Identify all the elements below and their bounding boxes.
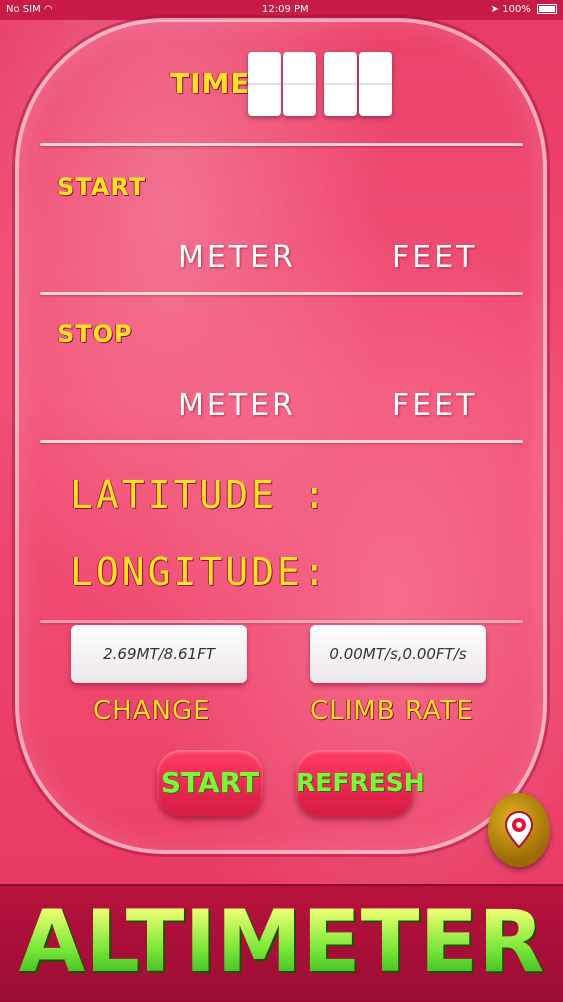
location-arrow-icon: ➤ (490, 4, 500, 15)
start-label: START (57, 173, 147, 201)
climb-rate-readout: 0.00MT/s,0.00FT/s (310, 625, 486, 683)
time-display (248, 52, 392, 116)
divider (40, 440, 523, 443)
start-button[interactable]: START (157, 750, 263, 816)
map-pin-button[interactable] (488, 793, 550, 867)
latitude-label: LATITUDE : (70, 473, 329, 517)
time-label: TIME (170, 67, 251, 100)
battery-status: ➤ 100% (491, 4, 557, 15)
divider (40, 143, 523, 146)
longitude-label: LONGITUDE: (70, 550, 329, 594)
wifi-icon: ◠ (43, 4, 53, 15)
status-bar: No SIM ◠ 12:09 PM ➤ 100% (0, 0, 563, 20)
start-feet-label: FEET (392, 240, 478, 275)
carrier-text: No SIM ◠ (6, 4, 53, 15)
status-time: 12:09 PM (262, 4, 309, 15)
refresh-button[interactable]: REFRESH (296, 750, 425, 816)
start-meter-label: METER (178, 240, 296, 275)
divider (40, 620, 523, 623)
change-readout: 2.69MT/8.61FT (71, 625, 247, 683)
time-digit (283, 52, 316, 116)
time-digit (359, 52, 392, 116)
stop-label: STOP (57, 320, 133, 348)
change-label: CHANGE (93, 696, 211, 726)
stop-meter-label: METER (178, 388, 296, 423)
battery-icon (537, 4, 557, 14)
divider (40, 292, 523, 295)
time-digit (248, 52, 281, 116)
climb-rate-label: CLIMB RATE (310, 696, 474, 726)
time-digit (324, 52, 357, 116)
stop-feet-label: FEET (392, 388, 478, 423)
app-title: ALTIMETER (0, 884, 563, 1000)
map-pin-icon (504, 810, 534, 849)
